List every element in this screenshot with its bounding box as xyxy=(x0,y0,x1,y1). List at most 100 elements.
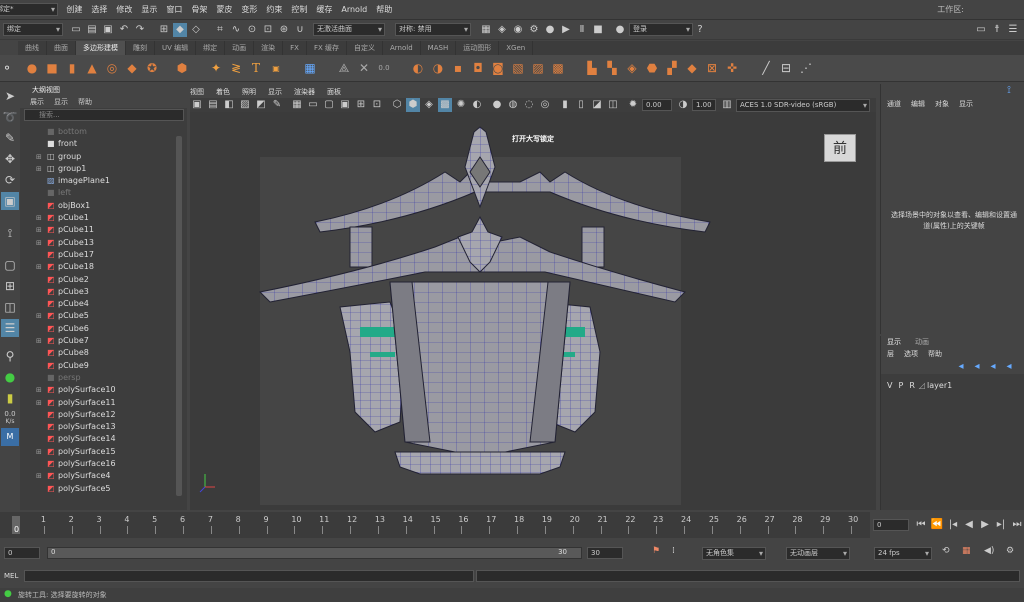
hud-icon[interactable]: M xyxy=(1,428,19,446)
menu-set-dropdown[interactable]: 绑定 xyxy=(3,23,63,36)
outliner-item[interactable]: ▨ imagePlane1 xyxy=(20,175,178,187)
snap-grid-icon[interactable]: ⌗ xyxy=(213,23,227,37)
outliner-item[interactable]: ■ left xyxy=(20,187,178,199)
gamma-field[interactable]: 1.00 xyxy=(692,99,716,111)
outliner-scrollbar[interactable] xyxy=(176,136,182,496)
shelf-tab[interactable]: 绑定 xyxy=(196,41,226,55)
shelf-tab[interactable]: 运动图形 xyxy=(456,41,500,55)
new-scene-icon[interactable]: ▭ xyxy=(69,23,83,37)
menu-item[interactable]: 骨架 xyxy=(191,4,207,15)
poly-disc-icon[interactable]: ✪ xyxy=(144,60,160,76)
layer-move-down-icon[interactable]: ◂ xyxy=(970,360,984,374)
range-slider[interactable]: 0 30 xyxy=(47,547,582,559)
poly-cylinder-icon[interactable]: ▮ xyxy=(64,60,80,76)
login-dropdown[interactable]: 登录 xyxy=(629,23,693,36)
view-cube-front[interactable]: 前 xyxy=(824,134,856,162)
motion-blur-icon[interactable]: ◍ xyxy=(506,98,520,112)
viewport-menu-item[interactable]: 视图 xyxy=(190,87,204,97)
viewport-menu-item[interactable]: 显示 xyxy=(268,87,282,97)
layer-row[interactable]: V P R ◿ layer1 xyxy=(881,378,1024,392)
new-layer-selected-icon[interactable]: ◂ xyxy=(1002,360,1016,374)
xray-icon[interactable]: ▯ xyxy=(574,98,588,112)
shelf-tab[interactable]: 多边形建模 xyxy=(76,41,126,55)
bridge-icon[interactable]: ◙ xyxy=(490,60,506,76)
shelf-tab[interactable]: 动画 xyxy=(225,41,255,55)
bevel-icon[interactable]: ▚ xyxy=(604,60,620,76)
go-to-start-icon[interactable]: ⏮ xyxy=(914,518,928,532)
menu-item[interactable]: Arnold xyxy=(341,5,367,14)
view-transform-dropdown[interactable]: ACES 1.0 SDR-video (sRGB) xyxy=(736,98,870,112)
exposure-field[interactable]: 0.00 xyxy=(642,99,672,111)
hypershade-icon[interactable]: ● xyxy=(543,23,557,37)
start-time-field[interactable]: 0 xyxy=(4,547,40,559)
outliner-item[interactable]: ◩ pCube4 xyxy=(20,298,178,310)
layer-menu-item[interactable]: 层 xyxy=(887,349,894,359)
outliner-item[interactable]: ⊞ ◩ polySurface10 xyxy=(20,384,178,396)
outliner-item[interactable]: ■ persp xyxy=(20,372,178,384)
mirror-icon[interactable]: ◑ xyxy=(430,60,446,76)
outliner-item[interactable]: ⊞ ◩ pCube11 xyxy=(20,224,178,236)
field-chart-icon[interactable]: ⊞ xyxy=(354,98,368,112)
scale-tool-icon[interactable]: ▣ xyxy=(1,192,19,210)
camera-select-icon[interactable]: ▣ xyxy=(190,98,204,112)
attribute-editor-icon[interactable]: ☰ xyxy=(1006,23,1020,37)
safe-action-icon[interactable]: ⊡ xyxy=(370,98,384,112)
channel-menu-item[interactable]: 对象 xyxy=(935,99,949,109)
snap-point-icon[interactable]: ⊙ xyxy=(245,23,259,37)
shelf-tab[interactable]: 曲面 xyxy=(47,41,76,55)
outliner-item[interactable]: ⊞ ◩ polySurface4 xyxy=(20,470,178,482)
uv-editor-icon[interactable]: ▦ xyxy=(302,60,318,76)
outliner-item[interactable]: ⊞ ◫ group xyxy=(20,151,178,163)
menu-item[interactable]: 控制 xyxy=(291,4,307,15)
viewport-menu-item[interactable]: 着色 xyxy=(216,87,230,97)
symmetry-dropdown[interactable]: 对称: 禁用 xyxy=(395,23,471,36)
quad-draw-icon[interactable]: ⋰ xyxy=(798,60,814,76)
merge-icon[interactable]: ▨ xyxy=(530,60,546,76)
undo-icon[interactable]: ↶ xyxy=(117,23,131,37)
sweep-mesh-icon[interactable]: ≷ xyxy=(228,60,244,76)
outliner-item[interactable]: ⊞ ◩ polySurface11 xyxy=(20,397,178,409)
tab-display-layers[interactable]: 显示 xyxy=(887,337,901,347)
rotate-tool-icon[interactable]: ⟳ xyxy=(1,171,19,189)
anim-prefs-icon[interactable]: ⚙ xyxy=(1006,546,1014,556)
layer-move-up-icon[interactable]: ◂ xyxy=(954,360,968,374)
color-management-icon[interactable]: ▥ xyxy=(720,98,734,112)
gate-mask-icon[interactable]: ▣ xyxy=(338,98,352,112)
outliner-item[interactable]: ◩ polySurface5 xyxy=(20,483,178,495)
layer-playback-toggle[interactable]: P xyxy=(898,381,903,390)
outliner-item[interactable]: ◩ pCube9 xyxy=(20,360,178,372)
go-to-end-icon[interactable]: ⏭ xyxy=(1010,518,1024,532)
layer-menu-item[interactable]: 帮助 xyxy=(928,349,942,359)
shelf-tab[interactable]: FX xyxy=(283,41,307,55)
aa-icon[interactable]: ◌ xyxy=(522,98,536,112)
current-frame-field[interactable]: 0 xyxy=(873,519,909,531)
menu-item[interactable]: 修改 xyxy=(116,4,132,15)
tab-anim-layers[interactable]: 动画 xyxy=(915,337,929,347)
wedge-icon[interactable]: ⬣ xyxy=(644,60,660,76)
auto-key-icon[interactable]: ⚑ xyxy=(652,546,660,556)
render-view-icon[interactable]: ▦ xyxy=(479,23,493,37)
separate-icon[interactable]: ✕ xyxy=(356,60,372,76)
fps-dropdown[interactable]: 24 fps xyxy=(874,547,932,560)
grid-icon[interactable]: ▦ xyxy=(290,98,304,112)
ao-icon[interactable]: ● xyxy=(490,98,504,112)
stop-icon[interactable]: ■ xyxy=(591,23,605,37)
expand-icon[interactable]: ⊞ xyxy=(36,446,42,458)
viewport-3d[interactable]: 打开大写锁定 前 xyxy=(190,112,876,510)
isolate-icon[interactable]: ▮ xyxy=(558,98,572,112)
outliner-item[interactable]: ◩ pCube6 xyxy=(20,323,178,335)
outliner-item[interactable]: ◩ pCube17 xyxy=(20,249,178,261)
xray-joints-icon[interactable]: ◪ xyxy=(590,98,604,112)
step-forward-frame-icon[interactable]: ▸| xyxy=(994,518,1008,532)
expand-icon[interactable]: ⊞ xyxy=(36,310,42,322)
step-back-key-icon[interactable]: ⏪ xyxy=(930,518,944,532)
textured-icon[interactable]: ▩ xyxy=(438,98,452,112)
detach-icon[interactable]: ⊠ xyxy=(704,60,720,76)
expand-icon[interactable]: ⊞ xyxy=(36,397,42,409)
menu-item[interactable]: 蒙皮 xyxy=(216,4,232,15)
render-settings-icon[interactable]: ⚙ xyxy=(527,23,541,37)
layer-display-type[interactable]: R xyxy=(909,381,915,390)
shelf-tab[interactable]: Arnold xyxy=(383,41,421,55)
outliner-item[interactable]: ◩ polySurface13 xyxy=(20,421,178,433)
last-tool-icon[interactable]: ⟟ xyxy=(1,224,19,242)
